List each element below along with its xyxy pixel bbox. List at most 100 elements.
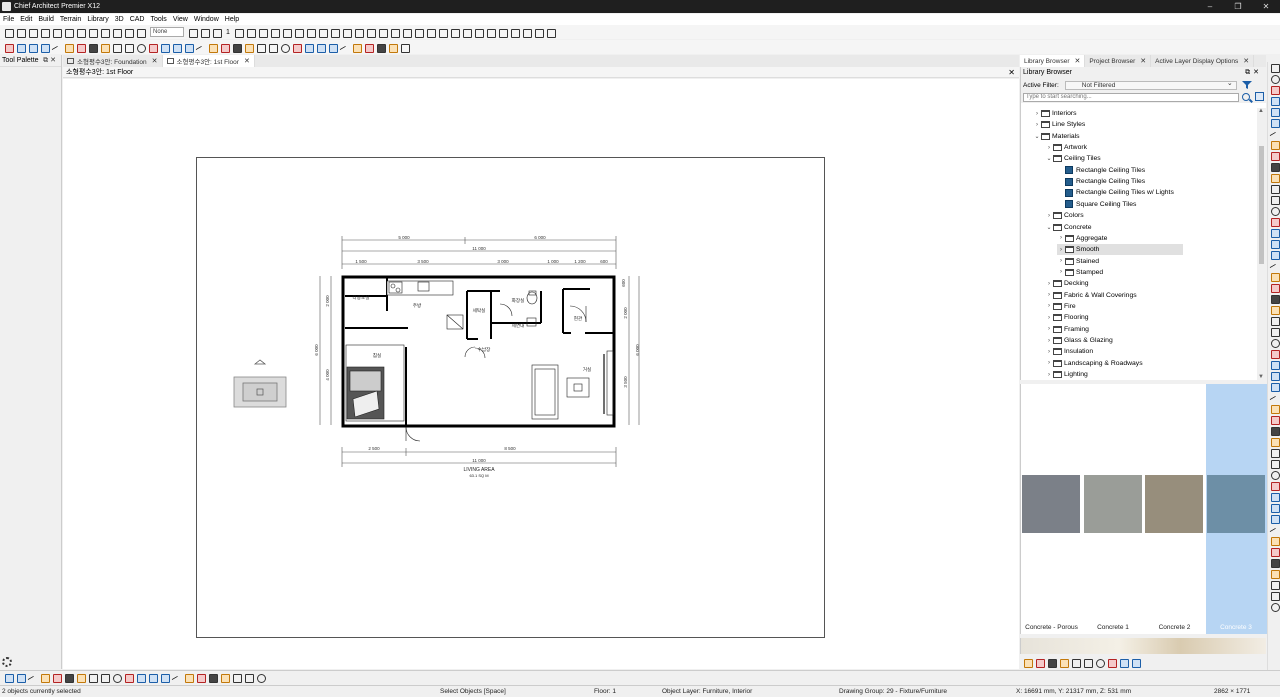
view-tool-icon[interactable] xyxy=(1269,271,1280,282)
main-tool-icon[interactable] xyxy=(341,27,352,38)
material-swatch-item[interactable]: Concrete 1 xyxy=(1083,384,1144,634)
view-tool-icon[interactable] xyxy=(1269,216,1280,227)
view-tool-icon[interactable] xyxy=(1269,546,1280,557)
drawing-tool-icon[interactable] xyxy=(51,42,62,53)
scroll-thumb[interactable] xyxy=(1259,146,1264,264)
tree-item[interactable]: › Landscaping & Roadways xyxy=(1045,358,1143,369)
drawing-tool-icon[interactable] xyxy=(339,42,350,53)
tree-item[interactable]: › Interiors xyxy=(1033,108,1077,119)
edit-tool-icon[interactable] xyxy=(255,672,266,683)
main-tool-icon[interactable] xyxy=(521,27,532,38)
tree-item[interactable]: ⌄ Materials xyxy=(1033,131,1080,142)
edit-tool-icon[interactable] xyxy=(27,672,38,683)
view-tool-icon[interactable] xyxy=(1269,414,1280,425)
main-tool-icon[interactable] xyxy=(413,27,424,38)
view-tool-icon[interactable] xyxy=(1269,139,1280,150)
chevron-right-icon[interactable]: › xyxy=(1045,338,1053,344)
edit-tool-icon[interactable] xyxy=(15,672,26,683)
main-tool-icon[interactable] xyxy=(485,27,496,38)
main-tool-icon[interactable] xyxy=(75,27,86,38)
library-tool-icon[interactable] xyxy=(1130,657,1141,668)
main-tool-icon[interactable] xyxy=(199,27,210,38)
tab-foundation[interactable]: 소형평수3안: Foundation ✕ xyxy=(63,55,163,67)
view-tool-icon[interactable] xyxy=(1269,425,1280,436)
menu-file[interactable]: File xyxy=(0,16,17,23)
view-tool-icon[interactable] xyxy=(1269,282,1280,293)
view-tool-icon[interactable] xyxy=(1269,348,1280,359)
drawing-tool-icon[interactable] xyxy=(279,42,290,53)
layer-set-select[interactable]: None xyxy=(150,27,184,37)
main-tool-icon[interactable] xyxy=(27,27,38,38)
main-tool-icon[interactable] xyxy=(497,27,508,38)
edit-tool-icon[interactable] xyxy=(123,672,134,683)
view-tool-icon[interactable] xyxy=(1269,238,1280,249)
drawing-tool-icon[interactable] xyxy=(111,42,122,53)
main-tool-icon[interactable] xyxy=(15,27,26,38)
main-tool-icon[interactable] xyxy=(353,27,364,38)
view-tool-icon[interactable] xyxy=(1269,172,1280,183)
main-tool-icon[interactable] xyxy=(269,27,280,38)
main-tool-icon[interactable] xyxy=(3,27,14,38)
tree-item[interactable]: › Framing xyxy=(1045,324,1089,335)
tab-close-icon[interactable]: ✕ xyxy=(1243,57,1249,65)
library-scrollbar[interactable]: ▲ ▼ xyxy=(1257,108,1266,380)
main-tool-icon[interactable] xyxy=(545,27,556,38)
main-tool-icon[interactable] xyxy=(135,27,146,38)
edit-tool-icon[interactable] xyxy=(183,672,194,683)
material-swatch-item[interactable]: Concrete 3 xyxy=(1205,384,1267,634)
main-tool-icon[interactable] xyxy=(377,27,388,38)
main-tool-icon[interactable] xyxy=(509,27,520,38)
main-tool-icon[interactable] xyxy=(123,27,134,38)
drawing-tool-icon[interactable] xyxy=(327,42,338,53)
view-tool-icon[interactable] xyxy=(1269,73,1280,84)
view-tool-icon[interactable] xyxy=(1269,62,1280,73)
main-tool-icon[interactable] xyxy=(211,27,222,38)
edit-tool-icon[interactable] xyxy=(111,672,122,683)
edit-tool-icon[interactable] xyxy=(87,672,98,683)
main-tool-icon[interactable] xyxy=(39,27,50,38)
drawing-tool-icon[interactable] xyxy=(135,42,146,53)
main-tool-icon[interactable] xyxy=(389,27,400,38)
menu-view[interactable]: View xyxy=(170,16,191,23)
tab-active-layer-display-options[interactable]: Active Layer Display Options ✕ xyxy=(1151,55,1255,67)
view-tool-icon[interactable] xyxy=(1269,579,1280,590)
tab-close-icon[interactable]: ✕ xyxy=(1140,57,1146,65)
view-tool-icon[interactable] xyxy=(1269,370,1280,381)
drawing-tool-icon[interactable] xyxy=(255,42,266,53)
chevron-right-icon[interactable]: › xyxy=(1045,349,1053,355)
view-tool-icon[interactable] xyxy=(1269,205,1280,216)
main-tool-icon[interactable] xyxy=(461,27,472,38)
view-tool-icon[interactable] xyxy=(1269,337,1280,348)
drawing-tool-icon[interactable] xyxy=(27,42,38,53)
edit-tool-icon[interactable] xyxy=(75,672,86,683)
view-tool-icon[interactable] xyxy=(1269,392,1280,403)
main-tool-icon[interactable] xyxy=(437,27,448,38)
floor-plan[interactable]: 5 000 6 000 11 000 1 500 3 500 3 000 1 0… xyxy=(63,79,1019,669)
view-tool-icon[interactable] xyxy=(1269,150,1280,161)
view-tool-icon[interactable] xyxy=(1269,183,1280,194)
drawing-tool-icon[interactable] xyxy=(15,42,26,53)
edit-tool-icon[interactable] xyxy=(195,672,206,683)
drawing-tool-icon[interactable] xyxy=(147,42,158,53)
drawing-tool-icon[interactable] xyxy=(363,42,374,53)
tab-project-browser[interactable]: Project Browser ✕ xyxy=(1085,55,1152,67)
menu-build[interactable]: Build xyxy=(35,16,57,23)
view-tool-icon[interactable] xyxy=(1269,249,1280,260)
drawing-tool-icon[interactable] xyxy=(171,42,182,53)
drawing-tool-icon[interactable] xyxy=(87,42,98,53)
tree-item[interactable]: › Artwork xyxy=(1045,142,1087,153)
edit-tool-icon[interactable] xyxy=(159,672,170,683)
chevron-right-icon[interactable]: › xyxy=(1057,258,1065,264)
chevron-down-icon[interactable]: ⌄ xyxy=(1045,224,1053,231)
tree-item[interactable]: Rectangle Ceiling Tiles w/ Lights xyxy=(1057,187,1174,198)
menu-cad[interactable]: CAD xyxy=(127,16,148,23)
search-options-icon[interactable] xyxy=(1255,92,1264,101)
tree-item[interactable]: › Aggregate xyxy=(1057,233,1107,244)
tree-item[interactable]: ⌄ Ceiling Tiles xyxy=(1045,153,1101,164)
drawing-tool-icon[interactable] xyxy=(63,42,74,53)
tree-item[interactable]: ⌄ Concrete xyxy=(1045,222,1092,233)
view-tool-icon[interactable] xyxy=(1269,480,1280,491)
view-tool-icon[interactable] xyxy=(1269,590,1280,601)
view-tool-icon[interactable] xyxy=(1269,260,1280,271)
menu-library[interactable]: Library xyxy=(84,16,111,23)
